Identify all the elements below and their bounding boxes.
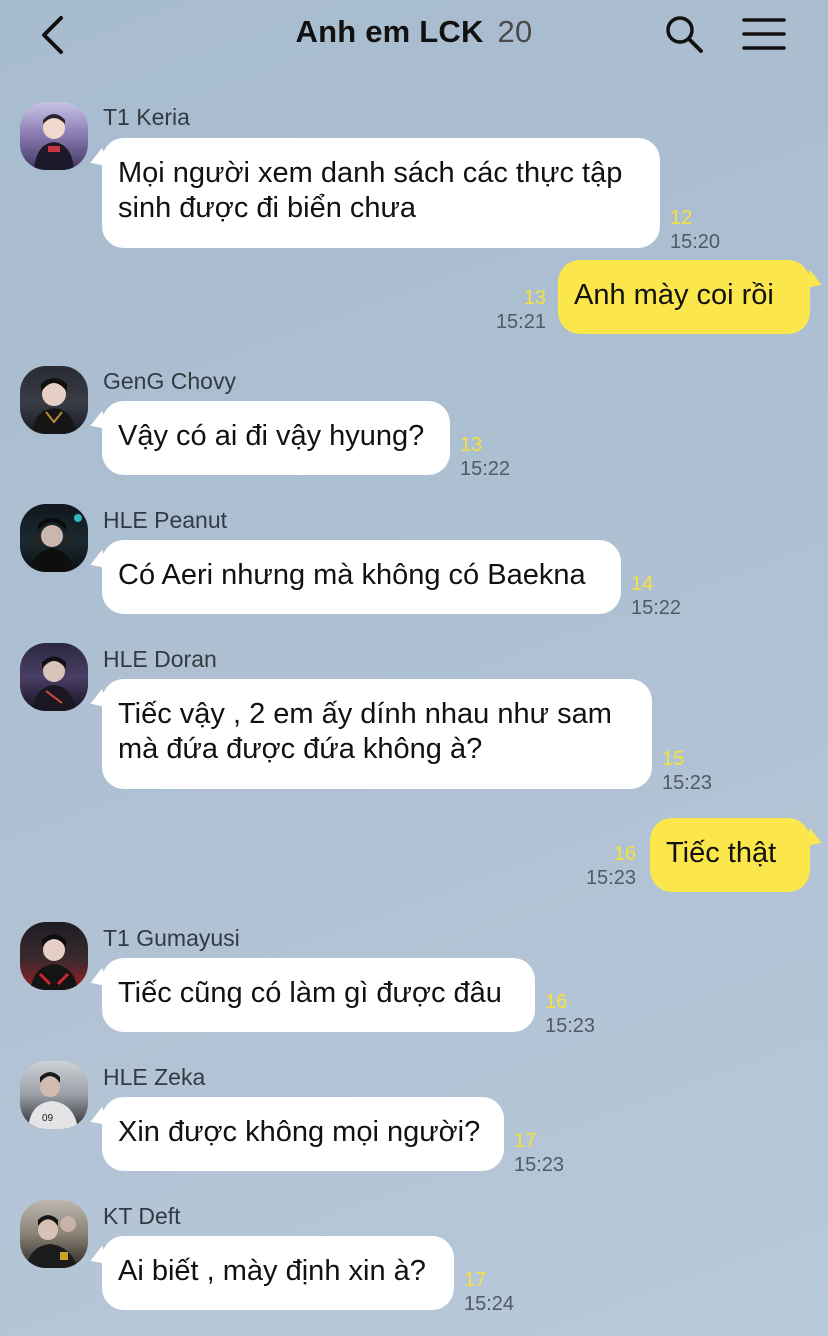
message-meta: 14 15:22 xyxy=(631,572,681,620)
hamburger-menu-icon xyxy=(742,18,786,50)
avatar[interactable] xyxy=(20,102,88,170)
unread-count: 15 xyxy=(662,748,685,770)
avatar-image xyxy=(34,114,74,170)
message-bubble[interactable]: Có Aeri nhưng mà không có Baekna xyxy=(102,540,621,614)
message-time: 15:23 xyxy=(545,1015,596,1037)
message-time: 15:24 xyxy=(464,1293,515,1315)
message-time: 15:23 xyxy=(662,772,713,794)
unread-count: 14 xyxy=(631,573,654,595)
unread-count: 13 xyxy=(523,287,546,309)
unread-count: 17 xyxy=(464,1269,487,1291)
sender-name: HLE Zeka xyxy=(103,1064,206,1090)
avatar-image xyxy=(32,656,76,711)
svg-text:09: 09 xyxy=(42,1113,54,1124)
menu-button[interactable] xyxy=(742,16,786,52)
message-meta: 17 15:23 xyxy=(514,1129,564,1177)
chat-header: Anh em LCK 20 xyxy=(0,0,828,70)
avatar[interactable] xyxy=(20,504,88,572)
message-line: sinh được đi biển chưa xyxy=(118,192,417,224)
chat-title: Anh em LCK xyxy=(295,14,484,49)
message-line: Anh mày coi rồi xyxy=(574,279,774,311)
avatar[interactable] xyxy=(20,1200,88,1268)
message-line: Vậy có ai đi vậy hyung? xyxy=(118,420,425,452)
message-bubble[interactable]: Vậy có ai đi vậy hyung? xyxy=(102,401,450,475)
message-line: Xin được không mọi người? xyxy=(118,1116,481,1148)
message-meta: 13 15:21 xyxy=(490,286,546,334)
message-line: Ai biết , mày định xin à? xyxy=(118,1255,426,1287)
avatar-image xyxy=(32,378,76,434)
member-count: 20 xyxy=(497,14,533,49)
message-meta: 15 15:23 xyxy=(662,747,712,795)
sender-name: T1 Gumayusi xyxy=(103,925,240,951)
search-icon xyxy=(666,16,703,53)
message-meta: 16 15:23 xyxy=(580,842,636,890)
unread-count: 17 xyxy=(514,1130,537,1152)
message-bubble[interactable]: Tiếc vậy , 2 em ấy dính nhau như sam mà … xyxy=(102,679,652,789)
message-meta: 13 15:22 xyxy=(460,433,510,481)
message-time: 15:21 xyxy=(495,311,546,333)
search-button[interactable] xyxy=(664,14,704,54)
message-time: 15:23 xyxy=(514,1154,565,1176)
message-line: Có Aeri nhưng mà không có Baekna xyxy=(118,559,586,591)
unread-count: 13 xyxy=(460,434,483,456)
message-bubble[interactable]: Tiếc thật xyxy=(650,818,810,892)
avatar[interactable]: 09 xyxy=(20,1061,88,1129)
sender-name: HLE Peanut xyxy=(103,507,228,533)
unread-count: 12 xyxy=(670,207,693,229)
sender-name: T1 Keria xyxy=(103,104,190,130)
unread-count: 16 xyxy=(545,991,568,1013)
message-bubble[interactable]: Ai biết , mày định xin à? xyxy=(102,1236,454,1310)
avatar-image xyxy=(26,1215,78,1268)
avatar-image xyxy=(30,934,78,990)
avatar[interactable] xyxy=(20,922,88,990)
unread-count: 16 xyxy=(613,843,636,865)
avatar[interactable] xyxy=(20,643,88,711)
message-meta: 16 15:23 xyxy=(545,990,595,1038)
message-bubble[interactable]: Anh mày coi rồi xyxy=(558,260,810,334)
sender-name: HLE Doran xyxy=(103,646,217,672)
message-line: mà đứa được đứa không à? xyxy=(118,733,483,765)
message-line: Tiếc cũng có làm gì được đâu xyxy=(118,977,502,1009)
message-bubble[interactable]: Xin được không mọi người? xyxy=(102,1097,504,1171)
sender-name: KT Deft xyxy=(103,1203,181,1229)
message-meta: 17 15:24 xyxy=(464,1268,514,1316)
avatar-image xyxy=(30,514,82,572)
sender-name: GenG Chovy xyxy=(103,368,236,394)
avatar-image: 09 xyxy=(28,1072,78,1129)
message-bubble[interactable]: Mọi người xem danh sách các thực tập sin… xyxy=(102,138,660,248)
message-time: 15:22 xyxy=(631,597,682,619)
message-time: 15:20 xyxy=(670,231,721,253)
message-line: Tiếc vậy , 2 em ấy dính nhau như sam xyxy=(118,698,612,730)
message-bubble[interactable]: Tiếc cũng có làm gì được đâu xyxy=(102,958,535,1032)
message-time: 15:22 xyxy=(460,458,511,480)
message-line: Tiếc thật xyxy=(666,837,777,869)
avatar[interactable] xyxy=(20,366,88,434)
message-meta: 12 15:20 xyxy=(670,206,720,254)
message-time: 15:23 xyxy=(585,867,636,889)
message-line: Mọi người xem danh sách các thực tập xyxy=(118,157,623,189)
